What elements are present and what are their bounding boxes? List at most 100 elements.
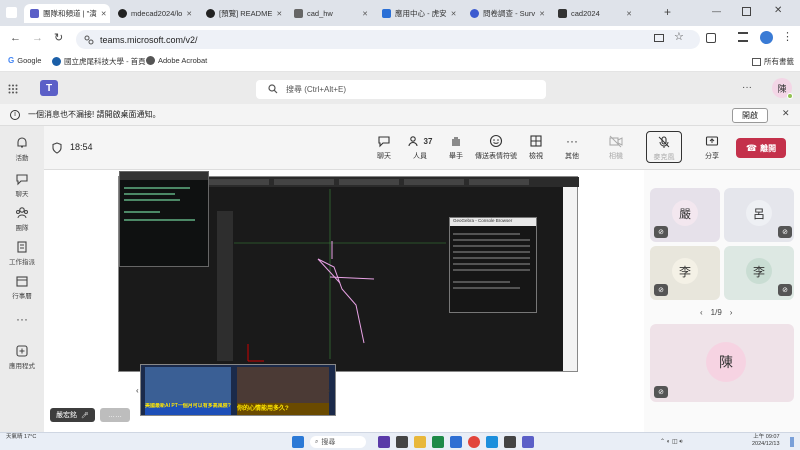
clock[interactable]: 上午 09:07 2024/12/13 <box>752 434 780 448</box>
assignment-icon <box>17 241 27 253</box>
minimize-icon[interactable]: — <box>712 6 721 16</box>
browser-tab-6[interactable]: cad2024 ✕ <box>552 4 638 23</box>
sidebar-item-teams[interactable]: 團隊 <box>0 206 44 232</box>
participant-tile[interactable]: 嚴 ⊘ <box>650 188 720 242</box>
all-bookmarks[interactable]: 所有書籤 <box>752 56 794 67</box>
bookmark-nfu[interactable]: 國立虎尾科技大學 - 首頁 <box>52 56 146 67</box>
copilot-icon[interactable] <box>378 436 390 448</box>
close-tab-icon[interactable]: ✕ <box>276 10 282 18</box>
bookmark-google[interactable]: G Google <box>8 56 41 65</box>
extensions-icon[interactable] <box>706 33 716 43</box>
camera-button[interactable]: 相機 <box>598 134 634 161</box>
browser-tab-3[interactable]: cad_hw ✕ <box>288 4 374 23</box>
browser-tab-4[interactable]: 應用中心 - 虎安 ✕ <box>376 4 462 23</box>
more-icon: ··· <box>16 312 28 326</box>
view-button[interactable]: 檢視 <box>518 134 554 161</box>
microphone-button[interactable]: 麥克風 <box>646 131 682 163</box>
menu-kebab-icon[interactable]: ⋮ <box>782 30 793 43</box>
windows-taskbar: 天氣晴 17°C ⌕ 搜尋 ⌃ ◐ ◫ 🔉︎ 上午 09:07 2024/12/… <box>0 432 800 450</box>
sidepanel-icon[interactable] <box>738 32 748 42</box>
mail-icon[interactable] <box>450 436 462 448</box>
maximize-icon[interactable] <box>742 7 751 16</box>
chrome-icon[interactable] <box>468 436 480 448</box>
weather-widget[interactable]: 天氣晴 17°C <box>6 434 36 441</box>
more-icon: ··· <box>566 134 578 148</box>
bookmark-acrobat[interactable]: Adobe Acrobat <box>146 56 207 65</box>
self-video-tile[interactable]: 陳 ⊘ <box>650 324 794 402</box>
bookmarks-bar: G Google 國立虎尾科技大學 - 首頁 Adobe Acrobat 所有書… <box>0 52 800 72</box>
sidebar-item-chat[interactable]: 聊天 <box>0 172 44 198</box>
browser-tab-5[interactable]: 問卷調查 - Surv ✕ <box>464 4 550 23</box>
settings-more-icon[interactable]: ··· <box>742 82 752 93</box>
file-explorer-icon[interactable] <box>414 436 426 448</box>
chat-button[interactable]: 聊天 <box>366 134 402 161</box>
more-button[interactable]: ··· 其他 <box>554 134 590 161</box>
system-tray-icons[interactable]: ⌃ ◐ ◫ 🔉︎ <box>660 438 683 446</box>
carousel-next-icon[interactable]: › <box>328 386 331 395</box>
reload-icon[interactable]: ↻ <box>54 31 63 44</box>
task-view-icon[interactable] <box>396 436 408 448</box>
close-tab-icon[interactable]: ✕ <box>626 10 632 18</box>
share-button[interactable]: 分享 <box>694 134 730 161</box>
edge-icon[interactable] <box>486 436 498 448</box>
remote-tab <box>209 179 269 185</box>
participant-avatar: 李 <box>672 258 698 284</box>
browser-tab-1[interactable]: mdecad2024/lo ✕ <box>112 4 198 23</box>
close-tab-icon[interactable]: ✕ <box>451 10 457 18</box>
pager-prev-icon[interactable]: ‹ <box>700 308 703 317</box>
url-text[interactable]: teams.microsoft.com/v2/ <box>100 35 198 45</box>
taskbar-search-label: 搜尋 <box>321 439 336 446</box>
close-tab-icon[interactable]: ✕ <box>101 10 107 18</box>
sidebar-item-more[interactable]: ··· <box>0 312 44 326</box>
forward-icon[interactable]: → <box>32 32 43 44</box>
search-input[interactable]: 搜尋 (Ctrl+Alt+E) <box>256 80 546 99</box>
browser-tab-2[interactable]: [預覽] README ✕ <box>200 4 286 23</box>
leave-button[interactable]: ☎ 離開 <box>736 138 786 158</box>
participant-tile[interactable]: 李 ⊘ <box>650 246 720 300</box>
participant-avatar: 李 <box>746 258 772 284</box>
close-tab-icon[interactable]: ✕ <box>362 10 368 18</box>
close-window-icon[interactable]: ✕ <box>774 5 782 16</box>
show-desktop-button[interactable] <box>790 437 794 447</box>
browser-tab-0[interactable]: 團隊和頻道 | "演 ✕ <box>24 4 110 23</box>
taskbar-search[interactable]: ⌕ 搜尋 <box>310 436 366 448</box>
all-bookmarks-label: 所有書籤 <box>764 57 794 66</box>
dismiss-banner-icon[interactable]: ✕ <box>782 108 790 119</box>
view-icon <box>530 135 542 147</box>
carousel-prev-icon[interactable]: ‹ <box>136 386 139 395</box>
avatar-initial: 李 <box>678 264 691 279</box>
teams-logo-icon: T <box>40 80 58 96</box>
back-icon[interactable]: ← <box>10 32 21 44</box>
tab-label: [預覽] README <box>219 9 273 18</box>
bookmark-label: 國立虎尾科技大學 - 首頁 <box>64 57 146 66</box>
close-tab-icon[interactable]: ✕ <box>186 10 192 18</box>
sidebar-item-calendar[interactable]: 行事曆 <box>0 274 44 300</box>
teams-taskbar-icon[interactable] <box>522 436 534 448</box>
windows-start-icon[interactable] <box>292 436 304 448</box>
emoji-button[interactable]: 傳送表情符號 <box>474 134 518 161</box>
url-bar[interactable]: teams.microsoft.com/v2/ <box>76 30 700 49</box>
new-tab-icon[interactable]: + <box>664 5 671 19</box>
sidebar-item-activity[interactable]: 活動 <box>0 136 44 162</box>
raise-hand-button[interactable]: 舉手 <box>438 134 474 161</box>
close-tab-icon[interactable]: ✕ <box>539 10 545 18</box>
tab-search-icon[interactable] <box>6 7 17 18</box>
profile-avatar-icon[interactable] <box>760 31 773 44</box>
sidebar-item-apps[interactable]: 應用程式 <box>0 344 44 370</box>
participant-tile[interactable]: 呂 ⊘ <box>724 188 794 242</box>
enable-notification-button[interactable]: 開啟 <box>732 108 768 123</box>
sidebar-item-assignments[interactable]: 工作指派 <box>0 240 44 266</box>
store-icon[interactable] <box>432 436 444 448</box>
cast-icon[interactable] <box>654 34 664 42</box>
participant-name-chip: …… <box>100 408 130 422</box>
participant-tile[interactable]: 李 ⊘ <box>724 246 794 300</box>
app-grid-icon[interactable] <box>8 84 18 94</box>
site-info-icon[interactable] <box>84 35 94 45</box>
pager-next-icon[interactable]: › <box>730 308 733 317</box>
participant-pager: ‹ 1/9 › <box>700 308 732 317</box>
people-button[interactable]: 37 人員 <box>402 134 438 161</box>
tab-label: 團隊和頻道 | "演 <box>43 9 97 18</box>
participant-count: 37 <box>423 136 433 146</box>
terminal-icon[interactable] <box>504 436 516 448</box>
bookmark-star-icon[interactable]: ☆ <box>674 30 684 43</box>
